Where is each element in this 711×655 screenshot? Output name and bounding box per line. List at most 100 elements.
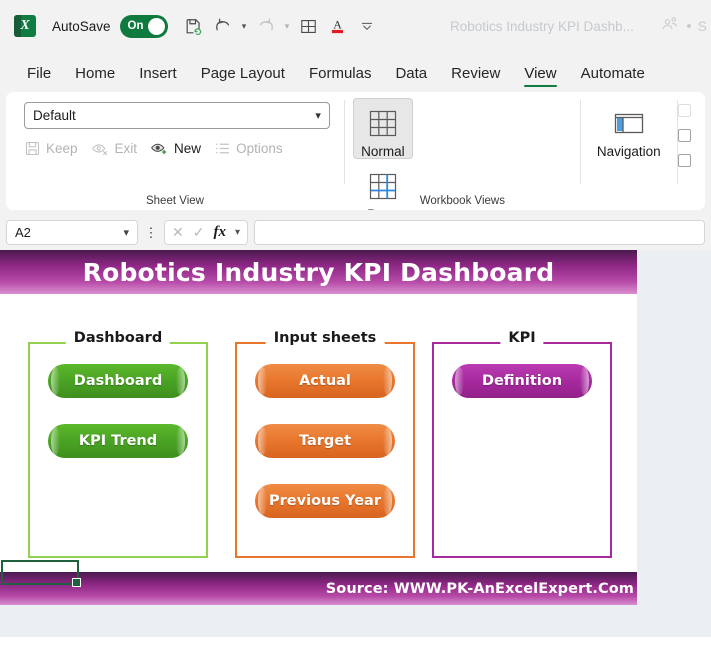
redo-dropdown-icon[interactable]: ▾ bbox=[281, 11, 294, 41]
ribbon-group-show-clipped bbox=[677, 92, 705, 210]
sheet-view-select-value: Default bbox=[33, 108, 76, 123]
dashboard-source-text: Source: WWW.PK-AnExcelExpert.Com bbox=[325, 580, 634, 597]
tab-view[interactable]: View bbox=[513, 61, 567, 92]
excel-logo-icon: X bbox=[14, 15, 36, 37]
formula-input[interactable] bbox=[254, 219, 705, 245]
show-checkbox-1[interactable] bbox=[677, 104, 691, 117]
confirm-icon[interactable]: ✓ bbox=[193, 224, 205, 241]
ribbon-group-label-sheet-view: Sheet View bbox=[145, 195, 204, 207]
ribbon-group-navigation: Navigation bbox=[581, 92, 677, 210]
autosave-label: AutoSave bbox=[52, 18, 111, 34]
nav-group-dashboard-buttons: Dashboard KPI Trend bbox=[28, 364, 208, 458]
formula-bar-actions: ✕ ✓ fx ▾ bbox=[164, 219, 248, 245]
tab-home[interactable]: Home bbox=[64, 61, 126, 92]
user-avatar-initial[interactable]: S bbox=[698, 18, 707, 34]
title-bar-separator: • bbox=[686, 17, 692, 35]
workbook-view-page-break-preview-label: Page Break Preview bbox=[353, 207, 413, 210]
nav-group-input-sheets: Input sheets Actual Target Previous Year bbox=[235, 330, 415, 558]
formula-bar: A2 ▾ ⋮ ✕ ✓ fx ▾ bbox=[0, 214, 711, 250]
formula-bar-more-icon[interactable]: ⋮ bbox=[144, 226, 158, 239]
save-icon[interactable] bbox=[180, 11, 208, 41]
document-title[interactable]: Robotics Industry KPI Dashb... bbox=[450, 0, 634, 52]
tab-file[interactable]: File bbox=[16, 61, 62, 92]
tab-insert[interactable]: Insert bbox=[128, 61, 188, 92]
sheet-view-new-button[interactable]: New bbox=[150, 140, 201, 157]
sheet-view-exit-button[interactable]: Exit bbox=[91, 140, 138, 157]
fx-icon[interactable]: fx bbox=[213, 224, 226, 241]
tab-review[interactable]: Review bbox=[440, 61, 511, 92]
normal-view-icon bbox=[367, 104, 399, 144]
people-share-icon[interactable] bbox=[660, 14, 680, 39]
cancel-icon[interactable]: ✕ bbox=[172, 224, 184, 241]
dashboard-footer: Source: WWW.PK-AnExcelExpert.Com bbox=[0, 572, 637, 605]
show-checkbox-3[interactable] bbox=[677, 154, 691, 167]
name-box-value: A2 bbox=[15, 224, 31, 240]
svg-text:A: A bbox=[333, 17, 342, 31]
font-color-icon[interactable]: A bbox=[324, 11, 352, 41]
sheet-view-options-label: Options bbox=[236, 141, 283, 156]
ribbon-tabs: File Home Insert Page Layout Formulas Da… bbox=[0, 52, 711, 92]
tab-page-layout[interactable]: Page Layout bbox=[190, 61, 296, 92]
navigation-pane-icon bbox=[612, 104, 646, 144]
quick-access-toolbar: ▾ ▾ A bbox=[180, 11, 381, 41]
button-actual-label: Actual bbox=[299, 373, 351, 389]
button-definition-label: Definition bbox=[481, 373, 563, 389]
tab-data[interactable]: Data bbox=[384, 61, 438, 92]
sheet-view-options-button[interactable]: Options bbox=[214, 140, 283, 157]
nav-group-kpi-label: KPI bbox=[500, 330, 544, 346]
nav-group-dashboard: Dashboard Dashboard KPI Trend bbox=[28, 330, 208, 558]
button-previous-year[interactable]: Previous Year bbox=[255, 484, 395, 518]
ribbon-group-label-workbook-views: Workbook Views bbox=[419, 195, 505, 207]
ribbon-group-sheet-view: Default ▾ Keep Exit New Options Sheet Vi… bbox=[6, 92, 344, 210]
workbook-view-normal-label: Normal bbox=[361, 144, 405, 159]
dashboard-navigation-groups: Dashboard Dashboard KPI Trend Input shee… bbox=[0, 312, 637, 582]
button-definition[interactable]: Definition bbox=[452, 364, 592, 398]
chevron-down-icon: ▾ bbox=[123, 226, 129, 239]
tab-formulas[interactable]: Formulas bbox=[298, 61, 383, 92]
redo-icon[interactable] bbox=[252, 11, 280, 41]
autosave-toggle[interactable]: On bbox=[119, 14, 168, 38]
excel-logo-letter: X bbox=[20, 18, 30, 33]
name-box[interactable]: A2 ▾ bbox=[6, 219, 138, 245]
button-kpi-trend[interactable]: KPI Trend bbox=[48, 424, 188, 458]
toggle-knob bbox=[147, 17, 165, 35]
autosave-state-label: On bbox=[127, 20, 144, 32]
table-icon[interactable] bbox=[295, 11, 323, 41]
sheet-view-new-label: New bbox=[174, 141, 202, 156]
navigation-button[interactable]: Navigation bbox=[597, 98, 661, 159]
tab-automate[interactable]: Automate bbox=[570, 61, 656, 92]
button-target-label: Target bbox=[298, 433, 352, 449]
nav-group-input-sheets-buttons: Actual Target Previous Year bbox=[235, 364, 415, 518]
button-actual[interactable]: Actual bbox=[255, 364, 395, 398]
sheet-view-keep-label: Keep bbox=[46, 141, 78, 156]
dashboard-canvas: Robotics Industry KPI Dashboard Dashboar… bbox=[0, 250, 637, 605]
worksheet-area: Robotics Industry KPI Dashboard Dashboar… bbox=[0, 250, 711, 637]
selected-cell-a2[interactable] bbox=[1, 560, 81, 587]
undo-icon[interactable] bbox=[209, 11, 237, 41]
undo-dropdown-icon[interactable]: ▾ bbox=[238, 11, 251, 41]
customize-quick-access-icon[interactable] bbox=[353, 11, 381, 41]
workbook-view-normal-button[interactable]: Normal bbox=[352, 98, 413, 160]
button-kpi-trend-label: KPI Trend bbox=[78, 433, 158, 449]
button-dashboard[interactable]: Dashboard bbox=[48, 364, 188, 398]
dashboard-banner: Robotics Industry KPI Dashboard bbox=[0, 250, 637, 294]
button-previous-year-label: Previous Year bbox=[269, 493, 381, 509]
chevron-down-icon[interactable]: ▾ bbox=[235, 227, 240, 238]
nav-group-dashboard-label: Dashboard bbox=[65, 330, 171, 346]
title-bar: X AutoSave On ▾ ▾ A Robotics Industry KP… bbox=[0, 0, 711, 52]
ribbon-group-workbook-views: Normal Page Break Preview bbox=[345, 92, 580, 210]
navigation-label: Navigation bbox=[596, 144, 661, 159]
nav-group-kpi-buttons: Definition bbox=[432, 364, 612, 398]
dashboard-title: Robotics Industry KPI Dashboard bbox=[82, 257, 555, 287]
sheet-view-select[interactable]: Default ▾ bbox=[24, 102, 330, 129]
ribbon: Default ▾ Keep Exit New Options Sheet Vi… bbox=[0, 92, 711, 214]
chevron-down-icon: ▾ bbox=[315, 110, 321, 122]
sheet-view-exit-label: Exit bbox=[114, 141, 138, 156]
nav-group-kpi: KPI Definition bbox=[432, 330, 612, 558]
sheet-view-keep-button[interactable]: Keep bbox=[24, 140, 78, 157]
button-dashboard-label: Dashboard bbox=[73, 373, 163, 389]
nav-group-input-sheets-label: Input sheets bbox=[265, 330, 385, 346]
title-bar-right: • S bbox=[660, 0, 711, 52]
show-checkbox-2[interactable] bbox=[677, 129, 691, 142]
button-target[interactable]: Target bbox=[255, 424, 395, 458]
